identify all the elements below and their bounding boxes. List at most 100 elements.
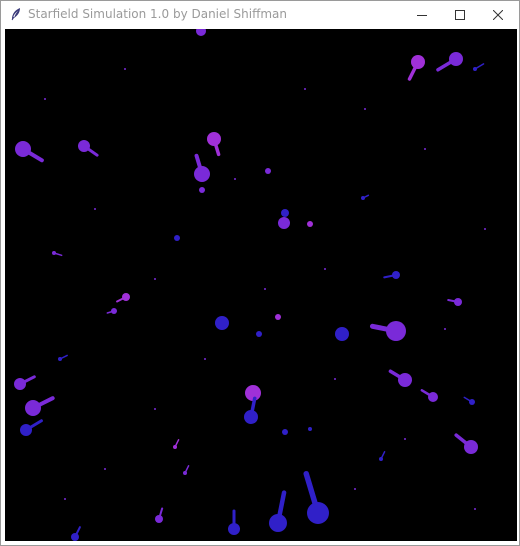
- star-dot: [71, 533, 79, 541]
- close-icon: [493, 9, 503, 20]
- star-dot: [469, 399, 475, 405]
- maximize-button[interactable]: [441, 1, 479, 28]
- star-dot: [111, 308, 117, 314]
- star-dot: [428, 392, 438, 402]
- star: [106, 308, 117, 314]
- starfield-canvas[interactable]: [5, 29, 517, 541]
- star-dot: [154, 278, 156, 280]
- star: [207, 132, 221, 157]
- star-dot: [204, 358, 206, 360]
- maximize-icon: [455, 9, 465, 20]
- star: [244, 396, 258, 424]
- star: [308, 427, 312, 431]
- star-dot: [275, 314, 281, 320]
- star-dot: [104, 468, 106, 470]
- star-dot: [94, 208, 96, 210]
- star-dot: [78, 140, 90, 152]
- star-dot: [354, 488, 356, 490]
- star-dot: [174, 235, 180, 241]
- star: [282, 429, 288, 435]
- star-dot: [44, 98, 46, 100]
- star-dot: [124, 68, 126, 70]
- star-dot: [15, 141, 31, 157]
- star-dot: [308, 427, 312, 431]
- star-dot: [449, 52, 463, 66]
- star-dot: [361, 196, 365, 200]
- star-dot: [155, 515, 163, 523]
- star: [173, 439, 180, 449]
- star: [388, 369, 412, 387]
- star-dot: [484, 228, 486, 230]
- star-dot: [256, 331, 262, 337]
- star: [174, 235, 180, 241]
- star: [463, 396, 475, 405]
- star: [473, 63, 485, 71]
- star: [447, 298, 462, 306]
- star-dot: [196, 29, 206, 36]
- star-dot: [269, 514, 287, 532]
- star: [278, 217, 290, 229]
- star-dot: [58, 357, 62, 361]
- star: [155, 507, 164, 523]
- star-dot: [335, 327, 349, 341]
- star-dot: [364, 108, 366, 110]
- star: [303, 470, 329, 524]
- star: [52, 251, 63, 257]
- star-dot: [379, 457, 383, 461]
- star: [58, 354, 68, 361]
- star-dot: [244, 410, 258, 424]
- star: [196, 29, 206, 36]
- star-dot: [154, 408, 156, 410]
- star-dot: [25, 400, 41, 416]
- star: [199, 187, 205, 193]
- star-dot: [64, 498, 66, 500]
- star: [116, 293, 130, 303]
- star: [269, 490, 287, 532]
- star: [454, 433, 478, 454]
- window-title: Starfield Simulation 1.0 by Daniel Shiff…: [28, 7, 288, 21]
- star: [14, 375, 36, 390]
- star: [369, 321, 406, 341]
- star: [15, 141, 44, 163]
- star-dot: [52, 251, 56, 255]
- star-dot: [307, 221, 313, 227]
- star: [407, 55, 425, 81]
- star-dot: [122, 293, 130, 301]
- star: [436, 52, 463, 72]
- star: [183, 465, 190, 475]
- star-dot: [411, 55, 425, 69]
- star-dot: [464, 440, 478, 454]
- star-dot: [264, 288, 266, 290]
- star-dot: [307, 502, 329, 524]
- starfield: [14, 29, 486, 541]
- minimize-icon: [417, 14, 427, 16]
- star: [383, 271, 400, 279]
- star: [335, 327, 349, 341]
- star: [215, 316, 229, 330]
- star-dot: [424, 148, 426, 150]
- star-dot: [444, 328, 446, 330]
- star-dot: [474, 508, 476, 510]
- star-dot: [404, 438, 406, 440]
- star-dot: [14, 378, 26, 390]
- star: [281, 209, 289, 217]
- star: [20, 419, 43, 436]
- star: [71, 526, 81, 541]
- star-dot: [183, 471, 187, 475]
- star-dot: [215, 316, 229, 330]
- title-bar[interactable]: Starfield Simulation 1.0 by Daniel Shiff…: [1, 1, 519, 28]
- minimize-button[interactable]: [403, 1, 441, 28]
- star: [256, 331, 262, 337]
- star-dot: [398, 373, 412, 387]
- star-dot: [282, 429, 288, 435]
- close-button[interactable]: [479, 1, 517, 28]
- star: [265, 168, 271, 174]
- star: [275, 314, 281, 320]
- star: [228, 509, 240, 535]
- star-dot: [194, 166, 210, 182]
- star-dot: [207, 132, 221, 146]
- star: [194, 153, 210, 182]
- star: [25, 396, 55, 416]
- star-dot: [228, 523, 240, 535]
- star-dot: [199, 187, 205, 193]
